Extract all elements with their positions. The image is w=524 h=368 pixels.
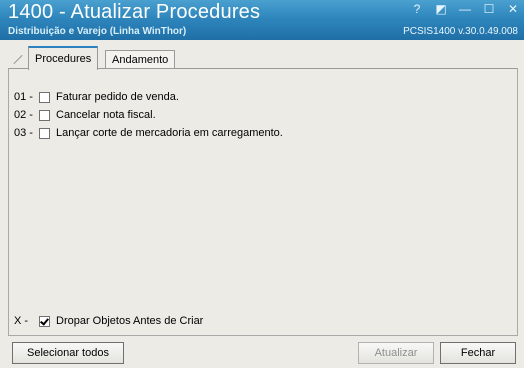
drop-objects-checkbox[interactable]: [39, 315, 50, 327]
update-label: Atualizar: [374, 347, 418, 359]
help-icon[interactable]: ?: [410, 2, 424, 16]
update-button[interactable]: Atualizar: [358, 342, 434, 364]
window-controls: ? ◩ — ☐ ✕: [410, 2, 520, 16]
maximize-icon[interactable]: ☐: [482, 2, 496, 16]
procedure-row: 03 - Lançar corte de mercadoria em carre…: [14, 125, 283, 141]
tab-divider: [13, 54, 23, 65]
procedure-number: 01 -: [14, 91, 33, 103]
window-title: 1400 - Atualizar Procedures: [8, 1, 261, 23]
procedure-label: Faturar pedido de venda.: [56, 91, 179, 103]
procedure-number: 02 -: [14, 109, 33, 121]
procedure-checkbox[interactable]: [39, 127, 50, 139]
procedure-row: 02 - Cancelar nota fiscal.: [14, 107, 156, 123]
procedure-number: 03 -: [14, 127, 33, 139]
tab-andamento[interactable]: Andamento: [105, 50, 176, 69]
title-bar: 1400 - Atualizar Procedures Distribuição…: [0, 0, 524, 40]
window: 1400 - Atualizar Procedures Distribuição…: [0, 0, 524, 368]
procedure-label: Cancelar nota fiscal.: [56, 109, 156, 121]
restore-icon[interactable]: ◩: [434, 2, 448, 16]
close-icon[interactable]: ✕: [506, 2, 520, 16]
procedure-label: Lançar corte de mercadoria em carregamen…: [56, 127, 283, 139]
drop-objects-row: X - Dropar Objetos Antes de Criar: [14, 313, 203, 329]
close-button[interactable]: Fechar: [440, 342, 516, 364]
close-label: Fechar: [460, 347, 496, 359]
window-subtitle: Distribuição e Varejo (Linha WinThor): [8, 26, 187, 37]
tab-procedures[interactable]: Procedures: [28, 46, 99, 70]
select-all-label: Selecionar todos: [27, 347, 109, 359]
procedure-row: 01 - Faturar pedido de venda.: [14, 89, 179, 105]
procedure-checkbox[interactable]: [39, 91, 50, 103]
procedure-checkbox[interactable]: [39, 109, 50, 121]
system-version: PCSIS1400 v.30.0.49.008: [403, 26, 518, 37]
select-all-button[interactable]: Selecionar todos: [12, 342, 124, 364]
minimize-icon[interactable]: —: [458, 2, 472, 16]
drop-objects-label: Dropar Objetos Antes de Criar: [56, 315, 204, 327]
drop-objects-number: X -: [14, 315, 29, 327]
